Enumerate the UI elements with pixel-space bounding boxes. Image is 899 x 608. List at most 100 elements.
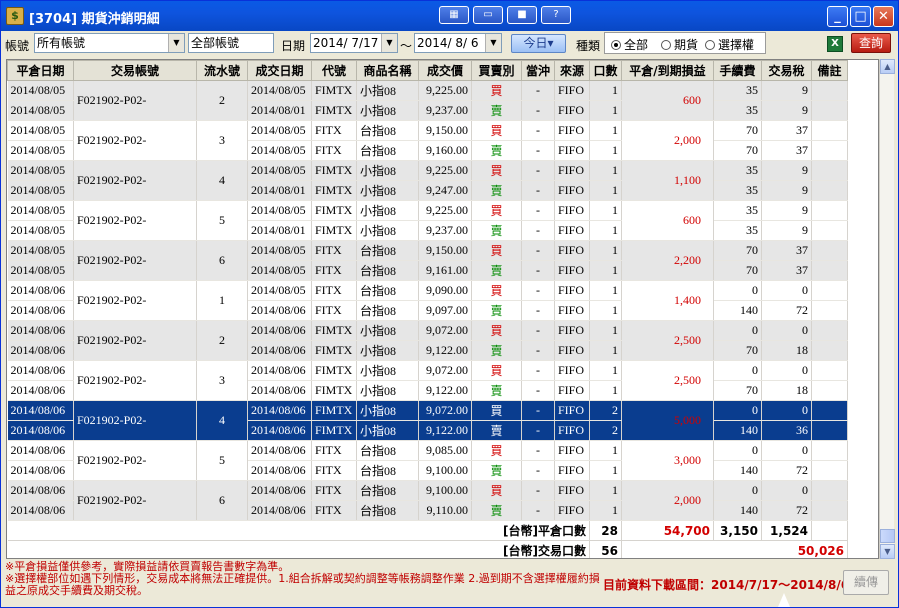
minimize-button[interactable]: _	[827, 6, 848, 27]
tax-cell: 9	[761, 100, 812, 121]
product-cell: 小指08	[356, 200, 419, 221]
column-header[interactable]: 口數	[589, 60, 622, 81]
column-header[interactable]: 代號	[311, 60, 357, 81]
column-header[interactable]: 備註	[811, 60, 848, 81]
table-row[interactable]: 2014/08/06 F021902-P02- 5 2014/08/06 FITX 台指0…	[7, 440, 848, 481]
today-button[interactable]: 今日▾	[511, 34, 566, 53]
chevron-down-icon[interactable]: ▼	[381, 34, 397, 52]
pl-cell: 5,000	[621, 400, 714, 441]
chevron-down-icon[interactable]: ▼	[168, 34, 184, 52]
source-cell: FIFO	[554, 480, 590, 501]
chevron-down-icon[interactable]: ▼	[485, 34, 501, 52]
column-header[interactable]: 平倉/到期損益	[621, 60, 714, 81]
table-row[interactable]: 2014/08/06 F021902-P02- 1 2014/08/05 FITX 台指0…	[7, 280, 848, 321]
query-button[interactable]: 查詢	[851, 33, 891, 53]
fee-cell: 70	[713, 380, 762, 401]
account-select[interactable]: 所有帳號 ▼	[34, 33, 185, 53]
maximize-button[interactable]: □	[850, 6, 871, 27]
tax-cell: 37	[761, 260, 812, 281]
daytrade-cell: -	[521, 320, 555, 341]
summary-close-fee: 3,150	[713, 520, 762, 541]
vertical-scrollbar[interactable]: ▲ ▼	[879, 59, 895, 559]
scroll-down-icon[interactable]: ▼	[880, 544, 895, 559]
column-header[interactable]: 交易帳號	[73, 60, 197, 81]
table-row[interactable]: 2014/08/05 F021902-P02- 4 2014/08/05 FIMTX 小指…	[7, 160, 848, 201]
scroll-thumb[interactable]	[880, 529, 895, 543]
pl-cell: 2,500	[621, 320, 714, 361]
daytrade-cell: -	[521, 440, 555, 461]
lots-cell: 1	[589, 360, 622, 381]
table-row[interactable]: 2014/08/05 F021902-P02- 5 2014/08/05 FIMTX 小指…	[7, 200, 848, 241]
code-cell: FITX	[311, 500, 357, 521]
lots-cell: 1	[589, 320, 622, 341]
column-header[interactable]: 流水號	[196, 60, 248, 81]
price-cell: 9,150.00	[418, 120, 472, 141]
side-cell: 賣	[471, 220, 522, 241]
tax-cell: 0	[761, 320, 812, 341]
column-header[interactable]: 平倉日期	[7, 60, 74, 81]
product-cell: 台指08	[356, 480, 419, 501]
table-row[interactable]: 2014/08/06 F021902-P02- 4 2014/08/06 FIMTX 小指…	[7, 400, 848, 441]
table-row[interactable]: 2014/08/06 F021902-P02- 3 2014/08/06 FIMTX 小指…	[7, 360, 848, 401]
close-date-cell: 2014/08/05	[7, 260, 74, 281]
table-row[interactable]: 2014/08/06 F021902-P02- 2 2014/08/06 FIMTX 小指…	[7, 320, 848, 361]
column-header[interactable]: 成交日期	[247, 60, 312, 81]
layout-icon[interactable]: ▭	[473, 6, 503, 24]
table-row[interactable]: 2014/08/05 F021902-P02- 3 2014/08/05 FITX 台指0…	[7, 120, 848, 161]
daytrade-cell: -	[521, 220, 555, 241]
column-header[interactable]: 手續費	[713, 60, 762, 81]
daytrade-cell: -	[521, 460, 555, 481]
radio-all[interactable]: 全部	[611, 36, 648, 53]
source-cell: FIFO	[554, 500, 590, 521]
fee-cell: 140	[713, 420, 762, 441]
source-cell: FIFO	[554, 380, 590, 401]
table-row[interactable]: 2014/08/05 F021902-P02- 6 2014/08/05 FITX 台指0…	[7, 240, 848, 281]
column-header[interactable]: 當沖	[521, 60, 555, 81]
column-header[interactable]: 商品名稱	[356, 60, 419, 81]
close-button[interactable]: ✕	[873, 6, 894, 27]
radio-options[interactable]: 選擇權	[705, 36, 754, 53]
price-cell: 9,110.00	[418, 500, 472, 521]
pl-cell: 2,200	[621, 240, 714, 281]
code-cell: FITX	[311, 240, 357, 261]
tax-cell: 9	[761, 180, 812, 201]
close-date-cell: 2014/08/06	[7, 360, 74, 381]
code-cell: FIMTX	[311, 220, 357, 241]
lots-cell: 1	[589, 140, 622, 161]
scroll-up-icon[interactable]: ▲	[880, 59, 895, 74]
trade-date-cell: 2014/08/01	[247, 220, 312, 241]
grid-icon[interactable]: ▦	[439, 6, 469, 24]
data-grid[interactable]: 平倉日期 交易帳號 流水號 成交日期 代號 商品名稱 成交價 買賣別 當沖 來源 口數 平倉/到期損益…	[6, 59, 879, 559]
radio-options-label: 選擇權	[718, 38, 755, 52]
price-cell: 9,225.00	[418, 80, 472, 101]
continue-button[interactable]: 續傳	[843, 570, 889, 595]
column-header[interactable]: 買賣別	[471, 60, 522, 81]
table-header: 平倉日期 交易帳號 流水號 成交日期 代號 商品名稱 成交價 買賣別 當沖 來源 口數 平倉/到期損益…	[7, 60, 848, 81]
side-cell: 賣	[471, 340, 522, 361]
trade-date-cell: 2014/08/06	[247, 460, 312, 481]
side-cell: 買	[471, 80, 522, 101]
daytrade-cell: -	[521, 300, 555, 321]
radio-futures[interactable]: 期貨	[661, 36, 698, 53]
remark-cell	[811, 180, 848, 201]
close-date-cell: 2014/08/05	[7, 220, 74, 241]
remark-cell	[811, 240, 848, 261]
column-header[interactable]: 來源	[554, 60, 590, 81]
column-header[interactable]: 成交價	[418, 60, 472, 81]
price-cell: 9,122.00	[418, 340, 472, 361]
date-to-picker[interactable]: 2014/ 8/ 6 ▼	[414, 33, 502, 53]
account-name-field[interactable]: 全部帳號	[188, 33, 274, 53]
trade-date-cell: 2014/08/05	[247, 200, 312, 221]
table-row[interactable]: 2014/08/06 F021902-P02- 6 2014/08/06 FITX 台指0…	[7, 480, 848, 521]
camera-icon[interactable]: ■	[507, 6, 537, 24]
excel-export-icon[interactable]: X	[827, 36, 843, 52]
fee-cell: 0	[713, 360, 762, 381]
side-cell: 買	[471, 480, 522, 501]
title-bar[interactable]: $ [3704] 期貨沖銷明細 ▦ ▭ ■ ? _ □ ✕	[1, 1, 898, 31]
summary-net-total: 50,026	[621, 540, 848, 558]
date-from-picker[interactable]: 2014/ 7/17 ▼	[310, 33, 398, 53]
table-row[interactable]: 2014/08/05 F021902-P02- 2 2014/08/05 FIMTX 小指…	[7, 80, 848, 121]
help-icon[interactable]: ?	[541, 6, 571, 24]
column-header[interactable]: 交易稅	[761, 60, 812, 81]
lots-cell: 1	[589, 220, 622, 241]
